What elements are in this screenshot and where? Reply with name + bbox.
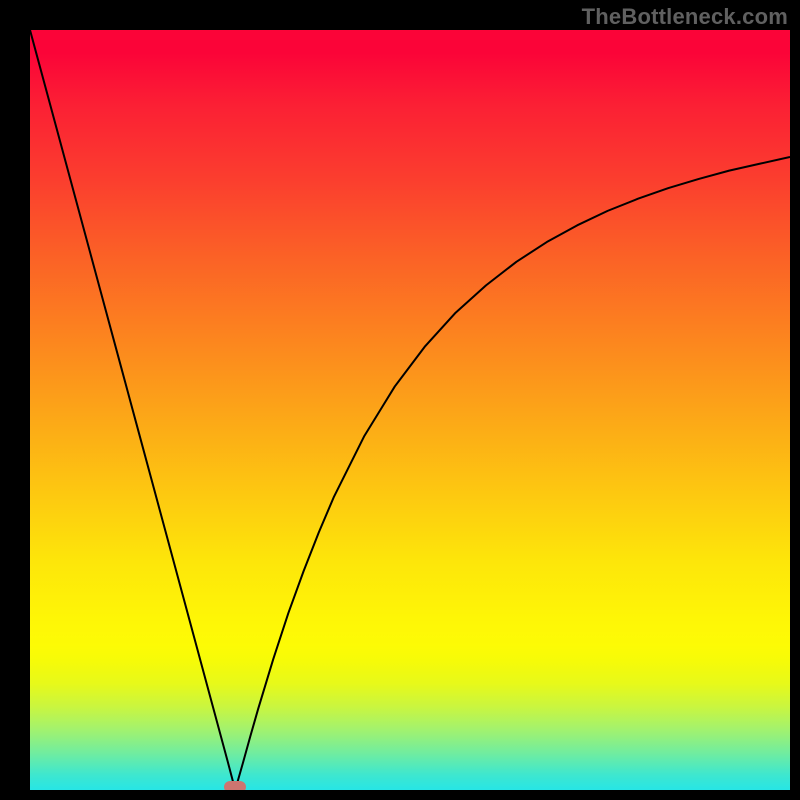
- watermark-text: TheBottleneck.com: [582, 4, 788, 30]
- minimum-marker: [224, 781, 246, 790]
- chart-frame: TheBottleneck.com: [0, 0, 800, 800]
- curve-svg: [30, 30, 790, 790]
- bottleneck-curve: [30, 30, 790, 790]
- plot-area: [30, 30, 790, 790]
